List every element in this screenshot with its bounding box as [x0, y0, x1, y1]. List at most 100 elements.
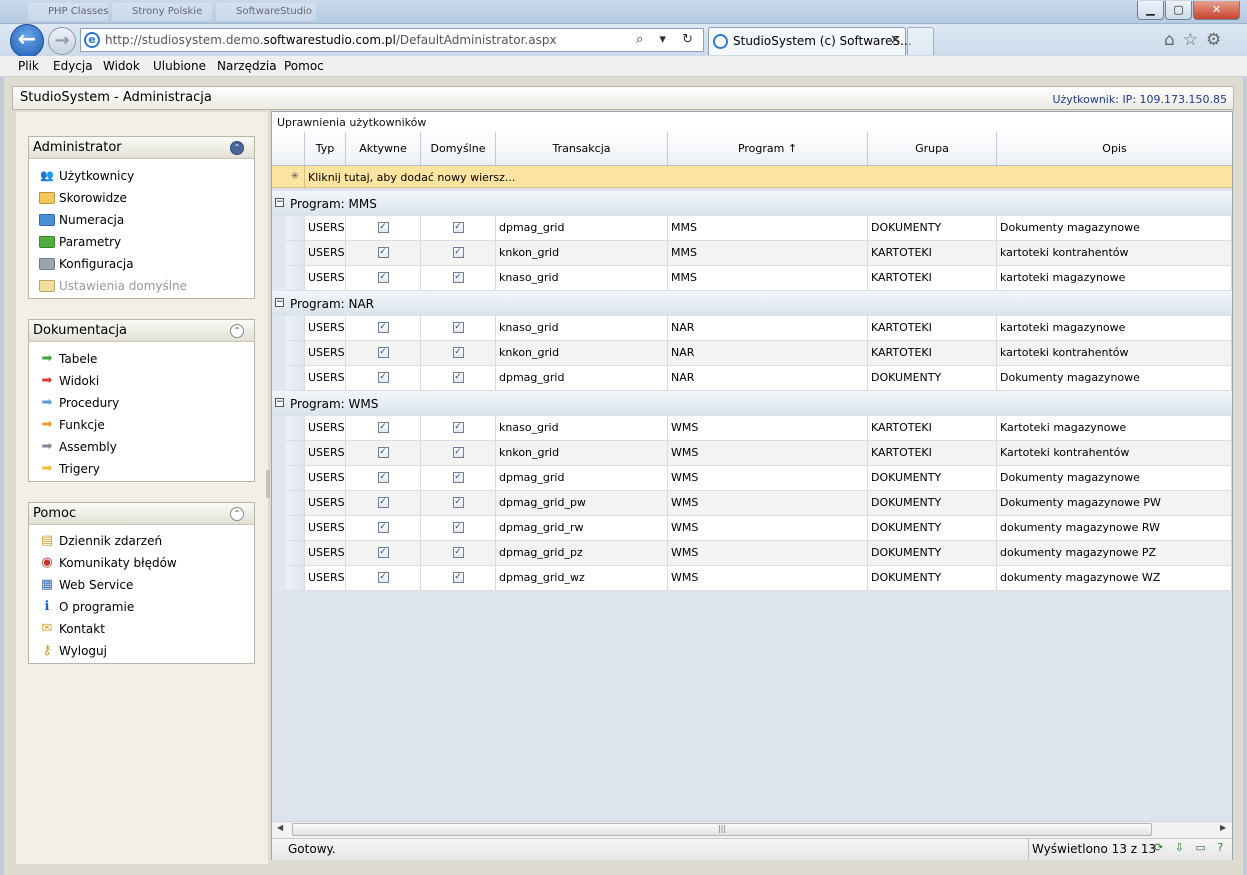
forward-button[interactable]: → [48, 27, 76, 55]
panel-item-trigery[interactable]: ➡ Trigery [29, 457, 254, 479]
cell-typ[interactable]: USERS [305, 466, 346, 491]
table-row[interactable]: USERS ✓ ✓ knaso_grid MMS KARTOTEKI kartoteki m… [272, 266, 1232, 291]
cell-grupa[interactable]: KARTOTEKI [868, 266, 997, 291]
table-row[interactable]: USERS ✓ ✓ dpmag_grid_wz WMS DOKUMENTY dokument… [272, 566, 1232, 591]
cell-program[interactable]: MMS [668, 216, 868, 241]
row-selector[interactable] [286, 216, 305, 241]
new-tab-button[interactable] [907, 27, 934, 55]
panel-item-ustawienia-domyślne[interactable]: Ustawienia domyślne [29, 274, 254, 296]
cell-program[interactable]: MMS [668, 241, 868, 266]
panel-dokumentacja-header[interactable]: Dokumentacja ⌃ [29, 320, 254, 342]
cell-opis[interactable]: Dokumenty magazynowe [997, 366, 1232, 391]
cell-program[interactable]: WMS [668, 566, 868, 591]
cell-typ[interactable]: USERS [305, 491, 346, 516]
panel-item-procedury[interactable]: ➡ Procedury [29, 391, 254, 413]
checkbox-domyslne[interactable]: ✓ [452, 246, 464, 258]
checkbox-aktywne[interactable]: ✓ [377, 496, 389, 508]
checkbox-domyslne[interactable]: ✓ [452, 371, 464, 383]
cell-typ[interactable]: USERS [305, 341, 346, 366]
menu-narzedzia[interactable]: Narzędzia [217, 59, 277, 73]
cell-program[interactable]: NAR [668, 316, 868, 341]
collapse-icon[interactable]: ⌃ [230, 324, 244, 338]
cell-transakcja[interactable]: dpmag_grid [496, 366, 668, 391]
table-row[interactable]: USERS ✓ ✓ knaso_grid WMS KARTOTEKI Kartoteki m… [272, 416, 1232, 441]
checkbox-aktywne[interactable]: ✓ [377, 421, 389, 433]
row-selector[interactable] [286, 516, 305, 541]
checkbox-aktywne[interactable]: ✓ [377, 271, 389, 283]
cell-program[interactable]: WMS [668, 541, 868, 566]
maximize-button[interactable]: ▢ [1165, 1, 1192, 20]
cell-typ[interactable]: USERS [305, 566, 346, 591]
cell-opis[interactable]: Dokumenty magazynowe PW [997, 491, 1232, 516]
cell-transakcja[interactable]: dpmag_grid_rw [496, 516, 668, 541]
checkbox-domyslne[interactable]: ✓ [452, 496, 464, 508]
checkbox-aktywne[interactable]: ✓ [377, 571, 389, 583]
back-button[interactable]: ← [10, 24, 44, 58]
row-selector[interactable] [286, 541, 305, 566]
panel-pomoc-header[interactable]: Pomoc ⌃ [29, 503, 254, 525]
row-selector[interactable] [286, 316, 305, 341]
cell-transakcja[interactable]: knaso_grid [496, 266, 668, 291]
cell-transakcja[interactable]: dpmag_grid [496, 216, 668, 241]
cell-program[interactable]: WMS [668, 516, 868, 541]
table-row[interactable]: USERS ✓ ✓ knkon_grid WMS KARTOTEKI Kartoteki k… [272, 441, 1232, 466]
cell-grupa[interactable]: DOKUMENTY [868, 466, 997, 491]
checkbox-aktywne[interactable]: ✓ [377, 521, 389, 533]
checkbox-aktywne[interactable]: ✓ [377, 246, 389, 258]
checkbox-domyslne[interactable]: ✓ [452, 421, 464, 433]
cell-typ[interactable]: USERS [305, 541, 346, 566]
panel-item-wyloguj[interactable]: ⚷ Wyloguj [29, 639, 254, 661]
new-row-prompt[interactable]: Kliknij tutaj, aby dodać nowy wiersz... [308, 171, 515, 184]
row-selector[interactable] [286, 491, 305, 516]
cell-typ[interactable]: USERS [305, 241, 346, 266]
checkbox-domyslne[interactable]: ✓ [452, 521, 464, 533]
table-row[interactable]: USERS ✓ ✓ dpmag_grid WMS DOKUMENTY Dokumenty m… [272, 466, 1232, 491]
home-favorites-settings-icons[interactable]: ⌂☆⚙ [1164, 30, 1229, 50]
cell-grupa[interactable]: DOKUMENTY [868, 541, 997, 566]
cell-grupa[interactable]: KARTOTEKI [868, 241, 997, 266]
group-header[interactable]: − Program: NAR [272, 291, 1232, 315]
cell-opis[interactable]: dokumenty magazynowe WZ [997, 566, 1232, 591]
cell-grupa[interactable]: DOKUMENTY [868, 491, 997, 516]
panel-item-assembly[interactable]: ➡ Assembly [29, 435, 254, 457]
cell-program[interactable]: WMS [668, 466, 868, 491]
cell-grupa[interactable]: DOKUMENTY [868, 216, 997, 241]
header-aktywne[interactable]: Aktywne [346, 132, 421, 166]
checkbox-aktywne[interactable]: ✓ [377, 321, 389, 333]
table-row[interactable]: USERS ✓ ✓ dpmag_grid_rw WMS DOKUMENTY dokument… [272, 516, 1232, 541]
checkbox-domyslne[interactable]: ✓ [452, 446, 464, 458]
row-selector[interactable] [286, 266, 305, 291]
cell-program[interactable]: MMS [668, 266, 868, 291]
menu-pomoc[interactable]: Pomoc [284, 59, 324, 73]
cell-opis[interactable]: Kartoteki kontrahentów [997, 441, 1232, 466]
cell-typ[interactable]: USERS [305, 516, 346, 541]
panel-item-skorowidze[interactable]: Skorowidze [29, 186, 254, 208]
row-selector[interactable] [286, 416, 305, 441]
cell-transakcja[interactable]: knaso_grid [496, 316, 668, 341]
cell-typ[interactable]: USERS [305, 216, 346, 241]
cell-typ[interactable]: USERS [305, 366, 346, 391]
cell-opis[interactable]: kartoteki kontrahentów [997, 241, 1232, 266]
cell-typ[interactable]: USERS [305, 441, 346, 466]
cell-program[interactable]: NAR [668, 341, 868, 366]
table-row[interactable]: USERS ✓ ✓ knaso_grid NAR KARTOTEKI kartoteki m… [272, 316, 1232, 341]
checkbox-domyslne[interactable]: ✓ [452, 346, 464, 358]
panel-item-numeracja[interactable]: Numeracja [29, 208, 254, 230]
cell-grupa[interactable]: KARTOTEKI [868, 441, 997, 466]
cell-grupa[interactable]: DOKUMENTY [868, 566, 997, 591]
panel-item-tabele[interactable]: ➡ Tabele [29, 347, 254, 369]
header-domyslne[interactable]: Domyślne [421, 132, 496, 166]
table-row[interactable]: USERS ✓ ✓ dpmag_grid_pw WMS DOKUMENTY Dokument… [272, 491, 1232, 516]
cell-opis[interactable]: kartoteki magazynowe [997, 316, 1232, 341]
cell-opis[interactable]: Dokumenty magazynowe [997, 466, 1232, 491]
cell-grupa[interactable]: KARTOTEKI [868, 316, 997, 341]
status-action-icons[interactable]: ⟳ ⇩ ▭ ? [1154, 841, 1227, 854]
panel-item-konfiguracja[interactable]: Konfiguracja [29, 252, 254, 274]
cell-program[interactable]: WMS [668, 416, 868, 441]
checkbox-aktywne[interactable]: ✓ [377, 371, 389, 383]
cell-transakcja[interactable]: dpmag_grid_pz [496, 541, 668, 566]
tab-close-icon[interactable]: ✕ [890, 33, 901, 48]
panel-item-funkcje[interactable]: ➡ Funkcje [29, 413, 254, 435]
cell-opis[interactable]: kartoteki kontrahentów [997, 341, 1232, 366]
table-row[interactable]: USERS ✓ ✓ knkon_grid NAR KARTOTEKI kartoteki k… [272, 341, 1232, 366]
